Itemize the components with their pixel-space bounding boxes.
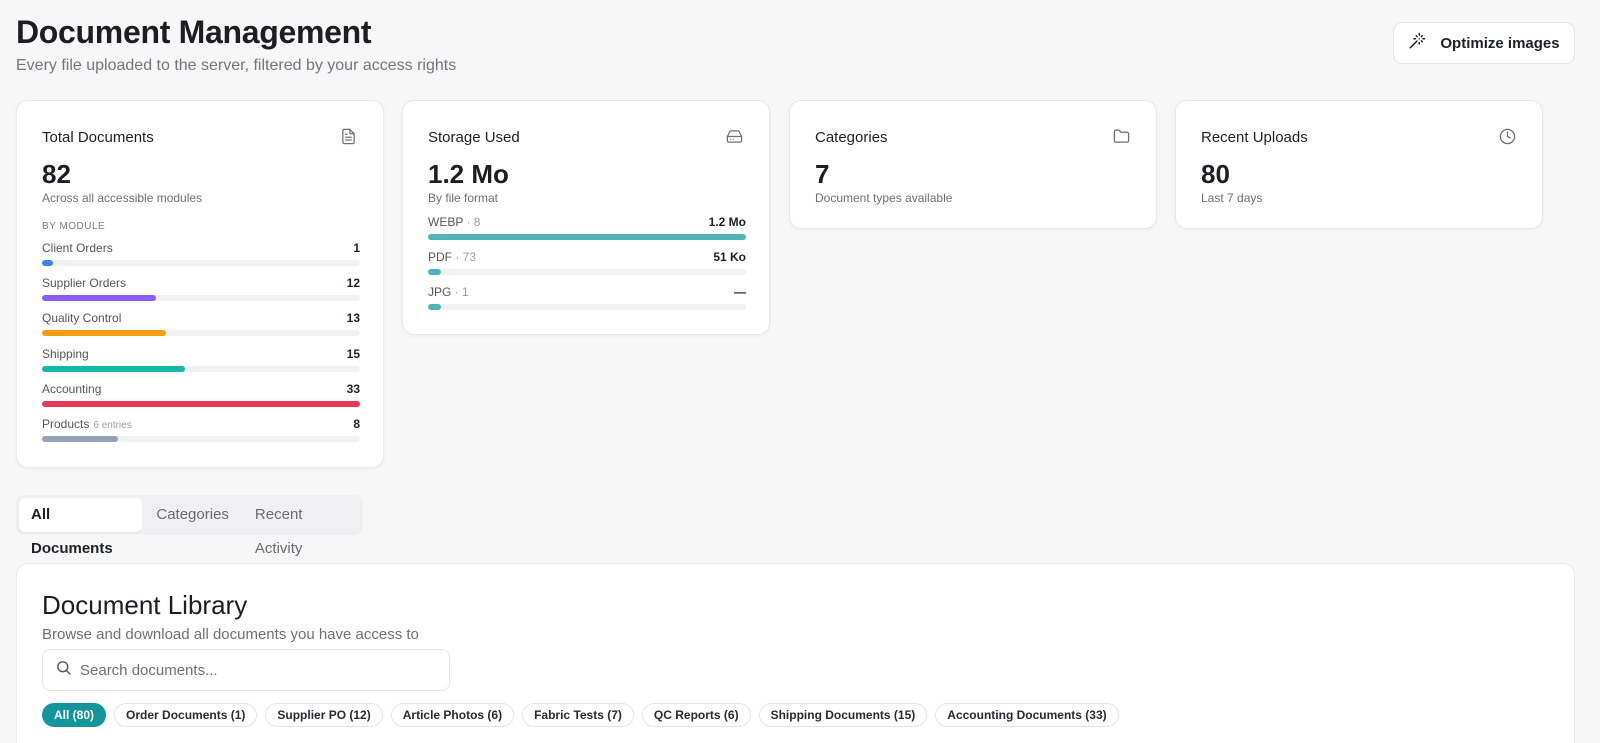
search-box [42, 649, 450, 691]
format-label: JPG · 1 [428, 285, 469, 299]
optimize-images-button[interactable]: Optimize images [1393, 22, 1575, 64]
module-label: Supplier Orders [42, 276, 127, 290]
module-row: Supplier Orders 12 [42, 276, 360, 306]
card-value: 82 [42, 159, 71, 189]
module-count: 8 [353, 417, 360, 431]
format-row: JPG · 1 — [428, 285, 746, 315]
format-bar-track [428, 304, 746, 310]
document-library-panel: Document Library Browse and download all… [16, 563, 1575, 743]
module-bar-fill [42, 295, 157, 301]
clock-icon [1499, 128, 1516, 145]
module-bar-fill [42, 260, 54, 266]
page-subtitle: Every file uploaded to the server, filte… [16, 57, 457, 74]
tab-categories[interactable]: Categories [144, 498, 241, 532]
format-bar-track [428, 269, 746, 275]
module-label: Accounting [42, 382, 102, 396]
module-label: Quality Control [42, 311, 122, 325]
format-size: — [734, 285, 746, 299]
tab-all-documents[interactable]: All Documents [19, 498, 143, 557]
filter-chip[interactable]: QC Reports (6) [641, 703, 751, 727]
format-row: WEBP · 8 1.2 Mo [428, 215, 746, 245]
storage-used-card: Storage Used 1.2 Mo By file format WEBP … [402, 100, 770, 335]
card-value: 7 [815, 159, 830, 189]
card-title: Storage Used [428, 129, 520, 146]
filter-chip[interactable]: Order Documents (1) [114, 703, 258, 727]
module-count: 12 [346, 276, 360, 290]
card-caption: Document types available [815, 191, 953, 205]
filter-chip[interactable]: Article Photos (6) [390, 703, 515, 727]
module-bar-track [42, 436, 360, 442]
module-row: Shipping 15 [42, 347, 360, 377]
module-bar-track [42, 260, 360, 266]
module-bar-fill [42, 330, 167, 336]
module-count: 1 [353, 241, 360, 255]
module-label: Client Orders [42, 241, 113, 255]
recent-uploads-card: Recent Uploads 80 Last 7 days [1175, 100, 1543, 229]
page-header: Document Management Every file uploaded … [16, 14, 456, 75]
format-bar-fill [428, 234, 746, 240]
module-bar-fill [42, 366, 186, 372]
format-bar-fill [428, 269, 441, 275]
module-label: Shipping [42, 347, 89, 361]
module-count: 13 [346, 311, 360, 325]
search-icon [55, 659, 72, 681]
card-caption: By file format [428, 191, 499, 205]
module-bar-track [42, 330, 360, 336]
section-label: BY MODULE [42, 221, 106, 232]
format-bar-track [428, 234, 746, 240]
module-row: Accounting 33 [42, 382, 360, 412]
file-text-icon [340, 128, 357, 145]
module-label: Products 6 entries [42, 417, 132, 431]
card-title: Recent Uploads [1201, 129, 1308, 146]
filter-chip[interactable]: Fabric Tests (7) [522, 703, 634, 727]
format-size: 51 Ko [713, 250, 746, 264]
card-value: 80 [1201, 159, 1230, 189]
optimize-images-label: Optimize images [1440, 34, 1560, 52]
module-count: 33 [346, 382, 360, 396]
format-count: 1 [462, 285, 469, 299]
library-subtitle: Browse and download all documents you ha… [42, 626, 419, 643]
module-row: Products 6 entries 8 [42, 417, 360, 447]
library-title: Document Library [42, 590, 248, 620]
tab-recent-activity[interactable]: Recent Activity [243, 498, 360, 557]
card-caption: Across all accessible modules [42, 191, 203, 205]
card-value: 1.2 Mo [428, 159, 509, 189]
module-row: Client Orders 1 [42, 241, 360, 271]
module-bar-track [42, 401, 360, 407]
category-filter-chips: All (80) Order Documents (1) Supplier PO (… [42, 703, 1119, 727]
filter-chip[interactable]: All (80) [42, 703, 107, 727]
card-title: Categories [815, 129, 888, 146]
format-bar-fill [428, 304, 441, 310]
search-input[interactable] [80, 661, 420, 679]
view-tabs: All Documents Categories Recent Activity [16, 495, 363, 557]
hard-drive-icon [726, 128, 743, 145]
module-bar-fill [42, 436, 119, 442]
magic-wand-icon [1408, 32, 1426, 54]
filter-chip[interactable]: Supplier PO (12) [265, 703, 383, 727]
format-count: 73 [462, 250, 477, 264]
format-label: PDF · 73 [428, 250, 477, 264]
card-caption: Last 7 days [1201, 191, 1263, 205]
module-bar-track [42, 295, 360, 301]
format-label: WEBP · 8 [428, 215, 481, 229]
format-count: 8 [473, 215, 481, 229]
card-title: Total Documents [42, 129, 154, 146]
filter-chip[interactable]: Shipping Documents (15) [758, 703, 928, 727]
folder-icon [1113, 128, 1130, 145]
module-bar-track [42, 366, 360, 372]
page-title: Document Management [16, 14, 372, 50]
format-size: 1.2 Mo [708, 215, 746, 229]
filter-chip[interactable]: Accounting Documents (33) [935, 703, 1119, 727]
module-count: 15 [346, 347, 360, 361]
module-row: Quality Control 13 [42, 311, 360, 341]
total-documents-card: Total Documents 82 Across all accessible… [16, 100, 384, 468]
module-bar-fill [42, 401, 360, 407]
format-row: PDF · 73 51 Ko [428, 250, 746, 280]
categories-card: Categories 7 Document types available [789, 100, 1157, 229]
module-sub-label: 6 entries [93, 420, 132, 431]
